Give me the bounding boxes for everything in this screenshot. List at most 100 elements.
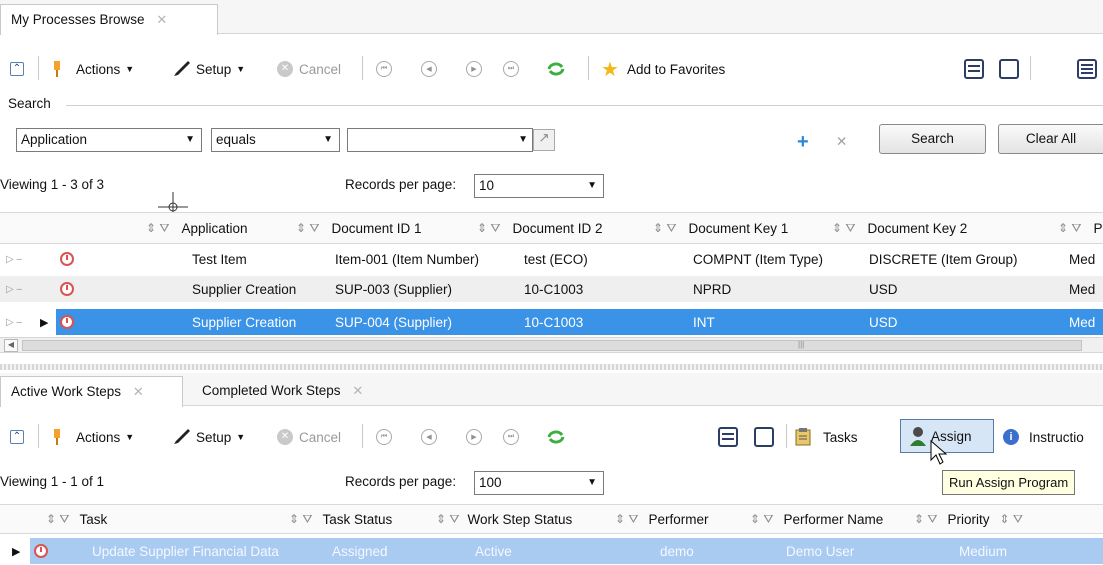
- pin-icon: [54, 61, 60, 77]
- tab-label: Active Work Steps: [11, 384, 122, 399]
- view-detail-button[interactable]: [1077, 50, 1097, 88]
- records-per-page-select[interactable]: 10 ▼: [474, 174, 604, 198]
- cancel-button[interactable]: ✕ Cancel: [277, 50, 341, 88]
- search-section-label: Search: [8, 96, 51, 111]
- close-icon: ✕: [836, 134, 848, 149]
- row-indicator: ▶: [0, 538, 30, 564]
- search-field-value: Application: [21, 132, 88, 147]
- table-row[interactable]: ▷ – Supplier Creation SUP-003 (Supplier)…: [0, 276, 1103, 302]
- column-header[interactable]: ⇕ ⛛ Performer Name: [750, 504, 883, 534]
- add-to-favorites-button[interactable]: ★ Add to Favorites: [601, 50, 725, 88]
- tree-expander-icon[interactable]: ▷ –: [6, 246, 22, 272]
- cancel-icon: ✕: [277, 429, 293, 445]
- last-page-button[interactable]: ⏭: [503, 418, 519, 456]
- sort-filter-icon: ⇕ ⛛: [653, 220, 677, 235]
- tree-expander-icon[interactable]: ▷ –: [6, 309, 22, 335]
- setup-label: Setup: [196, 61, 232, 77]
- scroll-left-icon[interactable]: ◀: [4, 339, 18, 352]
- refresh-icon: [547, 430, 565, 444]
- column-header[interactable]: ⇕ ⛛ Task Status: [289, 504, 392, 534]
- first-page-button[interactable]: ⏮: [376, 50, 392, 88]
- actions-menu-button[interactable]: Actions ▼: [52, 418, 134, 456]
- cancel-button[interactable]: ✕ Cancel: [277, 418, 341, 456]
- cell-priority: Med: [1069, 281, 1096, 297]
- refresh-button[interactable]: [546, 418, 566, 456]
- search-field-select[interactable]: Application ▼: [16, 128, 202, 152]
- search-value-input[interactable]: ▼: [347, 128, 533, 152]
- tab-completed-work-steps[interactable]: Completed Work Steps ✕: [192, 376, 373, 407]
- dropdown-arrow-icon: ▼: [236, 432, 246, 442]
- clear-all-button[interactable]: Clear All: [998, 124, 1103, 154]
- cell-document-id-1: Item-001 (Item Number): [335, 251, 480, 267]
- first-page-button[interactable]: ⏮: [376, 418, 392, 456]
- collapse-toggle[interactable]: ⌃: [10, 418, 24, 456]
- cancel-label: Cancel: [299, 61, 342, 77]
- dropdown-arrow-icon: ▼: [125, 64, 135, 74]
- view-list-button[interactable]: [964, 50, 984, 88]
- actions-menu-button[interactable]: Actions ▼: [52, 50, 134, 88]
- detail-view-icon: [1077, 59, 1097, 79]
- view-single-button[interactable]: [999, 50, 1019, 88]
- column-header[interactable]: ⇕ ⛛ Application: [146, 212, 248, 244]
- assign-tooltip: Run Assign Program: [942, 470, 1076, 495]
- dropdown-arrow-icon: ▼: [185, 134, 195, 145]
- tree-expander-icon[interactable]: ▷ –: [6, 276, 22, 302]
- column-header[interactable]: ⇕ ⛛ Task: [46, 504, 107, 534]
- dropdown-arrow-icon: ▼: [323, 134, 333, 145]
- column-header[interactable]: ⇕ ⛛ Document ID 1: [296, 212, 422, 244]
- double-chevron-up-icon: ⌃: [10, 430, 24, 444]
- add-criteria-button[interactable]: +: [797, 131, 809, 154]
- last-page-icon: ⏭: [503, 429, 519, 445]
- dropdown-arrow-icon: ▼: [587, 477, 597, 488]
- search-button[interactable]: Search: [879, 124, 986, 154]
- value-lookup-button[interactable]: ↗: [533, 129, 555, 151]
- sort-filter-icon: ⇕ ⛛: [750, 511, 774, 526]
- setup-menu-button[interactable]: Setup ▼: [172, 418, 245, 456]
- prev-page-button[interactable]: ◀: [421, 50, 437, 88]
- table-row-selected[interactable]: Supplier Creation SUP-004 (Supplier) 10-…: [56, 309, 1103, 335]
- setup-label: Setup: [196, 429, 232, 445]
- close-icon[interactable]: ✕: [352, 383, 363, 398]
- tab-active-work-steps[interactable]: Active Work Steps ✕: [0, 376, 183, 407]
- search-operator-value: equals: [216, 132, 256, 147]
- column-header[interactable]: ⇕ ⛛ Document Key 2: [832, 212, 967, 244]
- horizontal-scrollbar[interactable]: ◀ |||: [0, 337, 1103, 353]
- cell-application: Test Item: [192, 251, 247, 267]
- cell-document-id-2: test (ECO): [524, 251, 588, 267]
- column-header[interactable]: ⇕ ⛛ Performer: [615, 504, 708, 534]
- instructions-button[interactable]: i Instructio: [1003, 418, 1084, 456]
- dropdown-arrow-icon: ▼: [518, 134, 528, 145]
- column-header[interactable]: ⇕ ⛛ Work Step Status: [436, 504, 572, 534]
- prev-page-button[interactable]: ◀: [421, 418, 437, 456]
- remove-criteria-button[interactable]: ✕: [836, 134, 847, 150]
- column-header[interactable]: ⇕ ⛛ Document ID 2: [477, 212, 603, 244]
- tab-my-processes-browse[interactable]: My Processes Browse ✕: [0, 4, 218, 35]
- last-page-icon: ⏭: [503, 61, 519, 77]
- cell-work-step-status: Active: [475, 543, 512, 559]
- next-page-button[interactable]: ▶: [466, 50, 482, 88]
- alarm-clock-icon: [60, 252, 74, 266]
- list-view-icon: [718, 427, 738, 447]
- close-icon[interactable]: ✕: [133, 384, 144, 399]
- scroll-thumb[interactable]: [22, 340, 1082, 351]
- view-single-button[interactable]: [754, 418, 774, 456]
- next-page-button[interactable]: ▶: [466, 418, 482, 456]
- table-row-selected[interactable]: Update Supplier Financial Data Assigned …: [30, 538, 1103, 564]
- tasks-button[interactable]: Tasks: [795, 418, 858, 456]
- table-row[interactable]: ▷ – Test Item Item-001 (Item Number) tes…: [0, 246, 1103, 272]
- search-operator-select[interactable]: equals ▼: [211, 128, 340, 152]
- view-list-button[interactable]: [718, 418, 738, 456]
- refresh-button[interactable]: [546, 50, 566, 88]
- cell-document-key-2: DISCRETE (Item Group): [869, 251, 1018, 267]
- last-page-button[interactable]: ⏭: [503, 50, 519, 88]
- collapse-toggle[interactable]: ⌃: [10, 50, 24, 88]
- column-header[interactable]: ⇕ ⛛ Priority ⇕ ⛛: [914, 504, 1027, 534]
- dropdown-arrow-icon: ▼: [236, 64, 246, 74]
- close-icon[interactable]: ✕: [156, 12, 167, 27]
- column-header[interactable]: ⇕ ⛛ Pric: [1058, 212, 1103, 244]
- records-per-page-select[interactable]: 100 ▼: [474, 471, 604, 495]
- column-header[interactable]: ⇕ ⛛ Document Key 1: [653, 212, 788, 244]
- pane-splitter[interactable]: [0, 364, 1103, 370]
- list-view-icon: [964, 59, 984, 79]
- setup-menu-button[interactable]: Setup ▼: [172, 50, 245, 88]
